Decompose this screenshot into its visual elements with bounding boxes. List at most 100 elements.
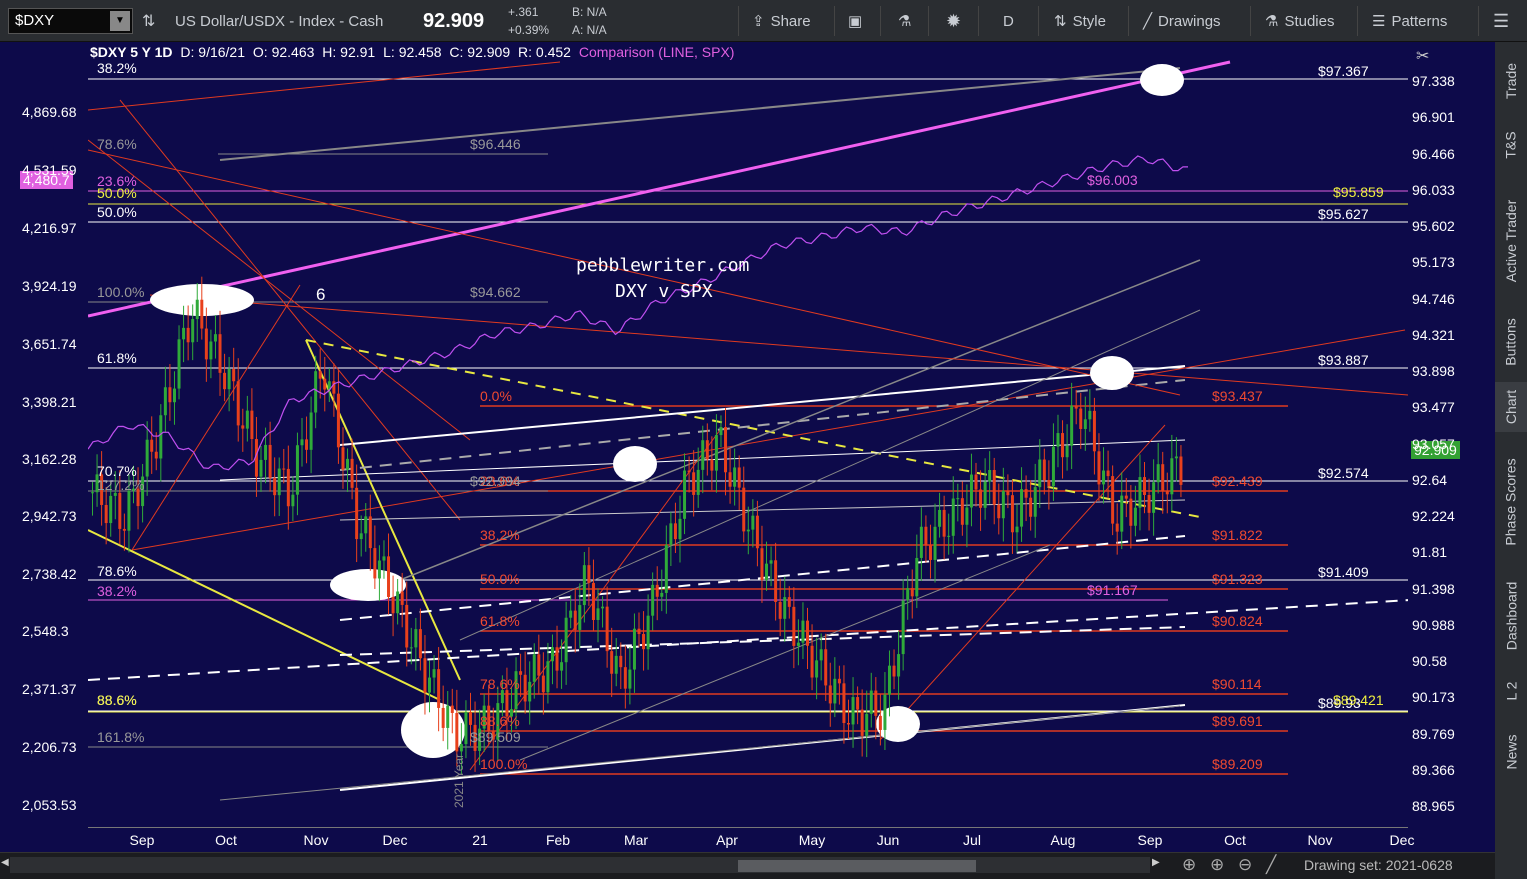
candle-body: [368, 516, 372, 549]
left-axis-tick: 4,869.68: [22, 104, 77, 120]
panel-tab-t-s[interactable]: T&S: [1495, 120, 1527, 170]
draw-line-icon[interactable]: ╱: [1266, 855, 1276, 875]
share-button[interactable]: ⇪ Share: [752, 0, 811, 42]
candle-body: [623, 667, 627, 689]
candle-body: [988, 470, 992, 482]
candle-body: [678, 518, 682, 540]
candle-body: [1006, 490, 1010, 496]
zoom-in-icon[interactable]: ⊕: [1210, 855, 1224, 875]
candle-body: [523, 674, 527, 702]
right-panel: Trade T&S Active Trader Buttons Chart Phase S…: [1495, 42, 1527, 879]
candle-body: [951, 498, 955, 536]
fib-level-label: 38.2%: [97, 60, 137, 76]
candle-body: [878, 715, 882, 730]
scroll-right-icon[interactable]: ▶: [1152, 857, 1160, 868]
candle-body: [1165, 491, 1169, 495]
candle-body: [455, 712, 459, 752]
candle-body: [182, 327, 186, 340]
trend-line: [339, 499, 1186, 521]
trend-line: [88, 139, 471, 441]
fib-level-label: 61.8%: [97, 350, 137, 366]
candle-body: [774, 560, 778, 602]
panel-tab-trade[interactable]: Trade: [1495, 52, 1527, 110]
candle-body: [537, 654, 541, 676]
candle-body: [423, 658, 427, 693]
candle-body: [1156, 464, 1160, 483]
candle-body: [560, 662, 564, 671]
left-price-axis[interactable]: [0, 42, 88, 827]
right-axis-tick: 92.224: [1412, 508, 1455, 524]
candle-body: [346, 458, 350, 470]
menu-icon[interactable]: ☰: [1493, 0, 1509, 42]
right-axis-tick: 96.466: [1412, 145, 1455, 162]
candle-body: [591, 582, 595, 620]
period-button[interactable]: D: [1003, 0, 1014, 42]
candle-body: [163, 387, 167, 416]
candle-body: [1152, 482, 1156, 513]
candle-body: [241, 425, 245, 429]
zoom-out-icon[interactable]: ⊖: [1238, 855, 1252, 875]
candle-body: [714, 435, 718, 471]
horizontal-scrollbar[interactable]: [10, 857, 1150, 873]
candle-body: [377, 560, 381, 579]
crosshair-icon[interactable]: ✂: [1416, 46, 1429, 66]
candle-body: [227, 368, 231, 390]
price-plot[interactable]: [88, 42, 1408, 827]
candle-body: [651, 584, 655, 616]
candle-body: [1061, 433, 1065, 458]
panel-tab-label: Buttons: [1503, 318, 1520, 366]
fib-level-label: 88.6%: [97, 692, 137, 708]
candle-body: [801, 620, 805, 643]
panel-tab-phase-scores[interactable]: Phase Scores: [1495, 442, 1527, 562]
gear-icon[interactable]: ✹: [946, 0, 961, 42]
candle-body: [273, 477, 277, 496]
candle-body: [218, 334, 222, 373]
candle-body: [769, 560, 773, 564]
candle-body: [309, 412, 313, 450]
snapshot-icon[interactable]: ▣: [848, 0, 862, 42]
link-icon[interactable]: ⇅: [142, 0, 155, 42]
symbol-input[interactable]: $DXY ▼: [8, 8, 133, 34]
candle-body: [642, 634, 646, 650]
panel-tab-active-trader[interactable]: Active Trader: [1495, 180, 1527, 302]
scrollbar-thumb[interactable]: [738, 860, 976, 872]
candle-body: [459, 744, 463, 752]
candle-body: [587, 565, 591, 583]
candle-body: [974, 474, 978, 490]
candle-body: [391, 596, 395, 614]
candle-body: [223, 372, 227, 390]
panel-tab-news[interactable]: News: [1495, 722, 1527, 782]
wave-label: 6: [316, 285, 326, 304]
panel-tab-dashboard[interactable]: Dashboard: [1495, 572, 1527, 660]
panel-tab-buttons[interactable]: Buttons: [1495, 312, 1527, 372]
candle-body: [341, 447, 345, 470]
candle-body: [546, 661, 550, 693]
candle-body: [1065, 445, 1069, 458]
candle-body: [245, 410, 249, 429]
candle-body: [824, 649, 828, 686]
drawings-button[interactable]: ╱ Drawings: [1143, 0, 1221, 42]
flask-icon[interactable]: ⚗: [898, 0, 911, 42]
time-axis-tick: 21: [472, 832, 488, 848]
target-icon[interactable]: ⊕: [1182, 855, 1196, 875]
scroll-left-icon[interactable]: ◀: [1, 857, 9, 868]
chevron-down-icon[interactable]: ▼: [110, 11, 130, 31]
left-axis-tick: 3,398.21: [22, 394, 77, 410]
panel-tab-l-2[interactable]: L 2: [1495, 670, 1527, 712]
candle-body: [1033, 487, 1037, 517]
studies-button[interactable]: ⚗ Studies: [1265, 0, 1335, 42]
red-fib-label: 88.6%: [480, 713, 520, 729]
panel-tab-chart[interactable]: Chart: [1495, 382, 1527, 432]
candle-body: [778, 601, 782, 619]
right-axis-tick: 90.988: [1412, 616, 1455, 633]
candle-body: [1092, 410, 1096, 452]
patterns-button[interactable]: ☰ Patterns: [1372, 0, 1447, 42]
time-axis-tick: Jul: [963, 832, 981, 848]
spx-high-label: $96.003: [1087, 172, 1138, 188]
candle-body: [555, 647, 559, 671]
style-button[interactable]: ⇅ Style: [1054, 0, 1106, 42]
panel-tab-label: Trade: [1503, 62, 1519, 100]
trend-line: [88, 61, 561, 111]
time-axis[interactable]: Sep Oct Nov Dec 21 Feb Mar Apr May Jun Jul Aug Sep Oc…: [88, 827, 1414, 852]
time-axis-tick: Oct: [215, 832, 237, 848]
